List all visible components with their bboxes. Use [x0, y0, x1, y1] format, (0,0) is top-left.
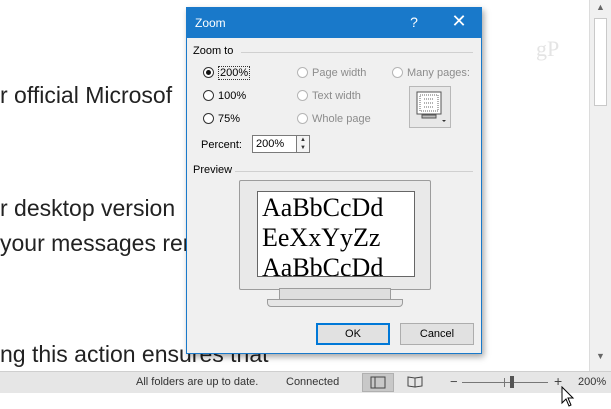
sync-status-text: All folders are up to date.: [136, 376, 259, 388]
many-pages-picker-button[interactable]: [409, 86, 451, 128]
radio-page-width[interactable]: Page width: [297, 67, 366, 79]
document-line-2: r desktop version: [0, 195, 176, 221]
percent-label: Percent:: [201, 139, 242, 151]
radio-75-percent[interactable]: 75%: [203, 113, 240, 125]
monitor-pages-icon: [416, 91, 446, 122]
whole-page-label: Whole page: [312, 113, 371, 125]
cancel-button[interactable]: Cancel: [400, 323, 474, 345]
normal-view-icon: [370, 376, 386, 389]
connection-status-text: Connected: [286, 376, 340, 388]
radio-200-percent[interactable]: 200%: [203, 66, 251, 80]
zoom-dialog: Zoom ? ✕ Zoom to 200% 100% 75% Page widt…: [186, 7, 482, 354]
radio-icon: [297, 90, 308, 101]
radio-icon: [392, 67, 403, 78]
preview-text-line-3: AaBbCcDd: [262, 253, 384, 277]
window-bottom-edge: [0, 393, 611, 409]
dialog-titlebar[interactable]: Zoom ? ✕: [187, 8, 481, 38]
spin-up-icon[interactable]: ▲: [297, 136, 309, 144]
radio-icon: [203, 113, 214, 124]
document-line-1: r official Microsof: [0, 82, 173, 108]
zoom-slider-thumb[interactable]: [510, 376, 514, 388]
radio-icon: [203, 90, 214, 101]
radio-100-percent[interactable]: 100%: [203, 90, 246, 102]
watermark-logo: gP: [536, 36, 560, 61]
document-line-3: your messages ren: [0, 230, 196, 256]
vertical-scrollbar[interactable]: ▲ ▼: [589, 0, 611, 371]
radio-icon: [297, 67, 308, 78]
scroll-thumb[interactable]: [594, 18, 607, 106]
many-pages-label: Many pages:: [407, 67, 470, 79]
monitor-frame: AaBbCcDd EeXxYyZz AaBbCcDd: [239, 180, 431, 290]
preview-divider: [235, 171, 473, 172]
radio-whole-page[interactable]: Whole page: [297, 113, 371, 125]
preview-screen: AaBbCcDd EeXxYyZz AaBbCcDd: [257, 191, 415, 277]
percent-label-text: Percent:: [201, 139, 242, 151]
preview-heading: Preview: [193, 164, 233, 176]
page-width-label: Page width: [312, 67, 367, 79]
zoom-level-text[interactable]: 200%: [578, 376, 606, 388]
zoom-to-heading: Zoom to: [193, 45, 234, 57]
text-width-label: Text width: [312, 90, 361, 102]
preview-text-line-1: AaBbCcDd: [262, 193, 384, 222]
reading-view-button[interactable]: [400, 373, 432, 392]
zoom-slider-midmark: [504, 378, 505, 387]
percent-spinner[interactable]: ▲ ▼: [297, 135, 310, 153]
monitor-base: [267, 299, 403, 307]
preview-text-line-2: EeXxYyZz: [262, 223, 381, 252]
percent-input[interactable]: 200%: [252, 135, 297, 153]
help-button[interactable]: ?: [406, 14, 422, 30]
close-button[interactable]: ✕: [449, 11, 469, 32]
radio-many-pages[interactable]: Many pages:: [392, 67, 470, 79]
radio-75-label: 75%: [218, 113, 241, 125]
preview-monitor: AaBbCcDd EeXxYyZz AaBbCcDd: [239, 180, 431, 310]
reading-view-icon: [407, 376, 423, 388]
zoom-slider[interactable]: [462, 382, 548, 383]
scroll-down-icon[interactable]: ▼: [596, 351, 605, 361]
zoom-out-button[interactable]: −: [450, 374, 458, 389]
radio-100-label: 100%: [218, 90, 247, 102]
ok-button[interactable]: OK: [316, 323, 390, 345]
radio-selected-icon: [203, 67, 214, 78]
mouse-pointer-icon: [561, 386, 575, 407]
status-bar: All folders are up to date. Connected − …: [0, 371, 611, 393]
scroll-up-icon[interactable]: ▲: [596, 2, 605, 12]
radio-200-label: 200%: [218, 66, 251, 80]
normal-view-button[interactable]: [362, 373, 394, 392]
dialog-title: Zoom: [195, 16, 226, 30]
zoom-to-divider: [241, 52, 473, 53]
radio-text-width[interactable]: Text width: [297, 90, 361, 102]
radio-icon: [297, 113, 308, 124]
spin-down-icon[interactable]: ▼: [297, 144, 309, 152]
